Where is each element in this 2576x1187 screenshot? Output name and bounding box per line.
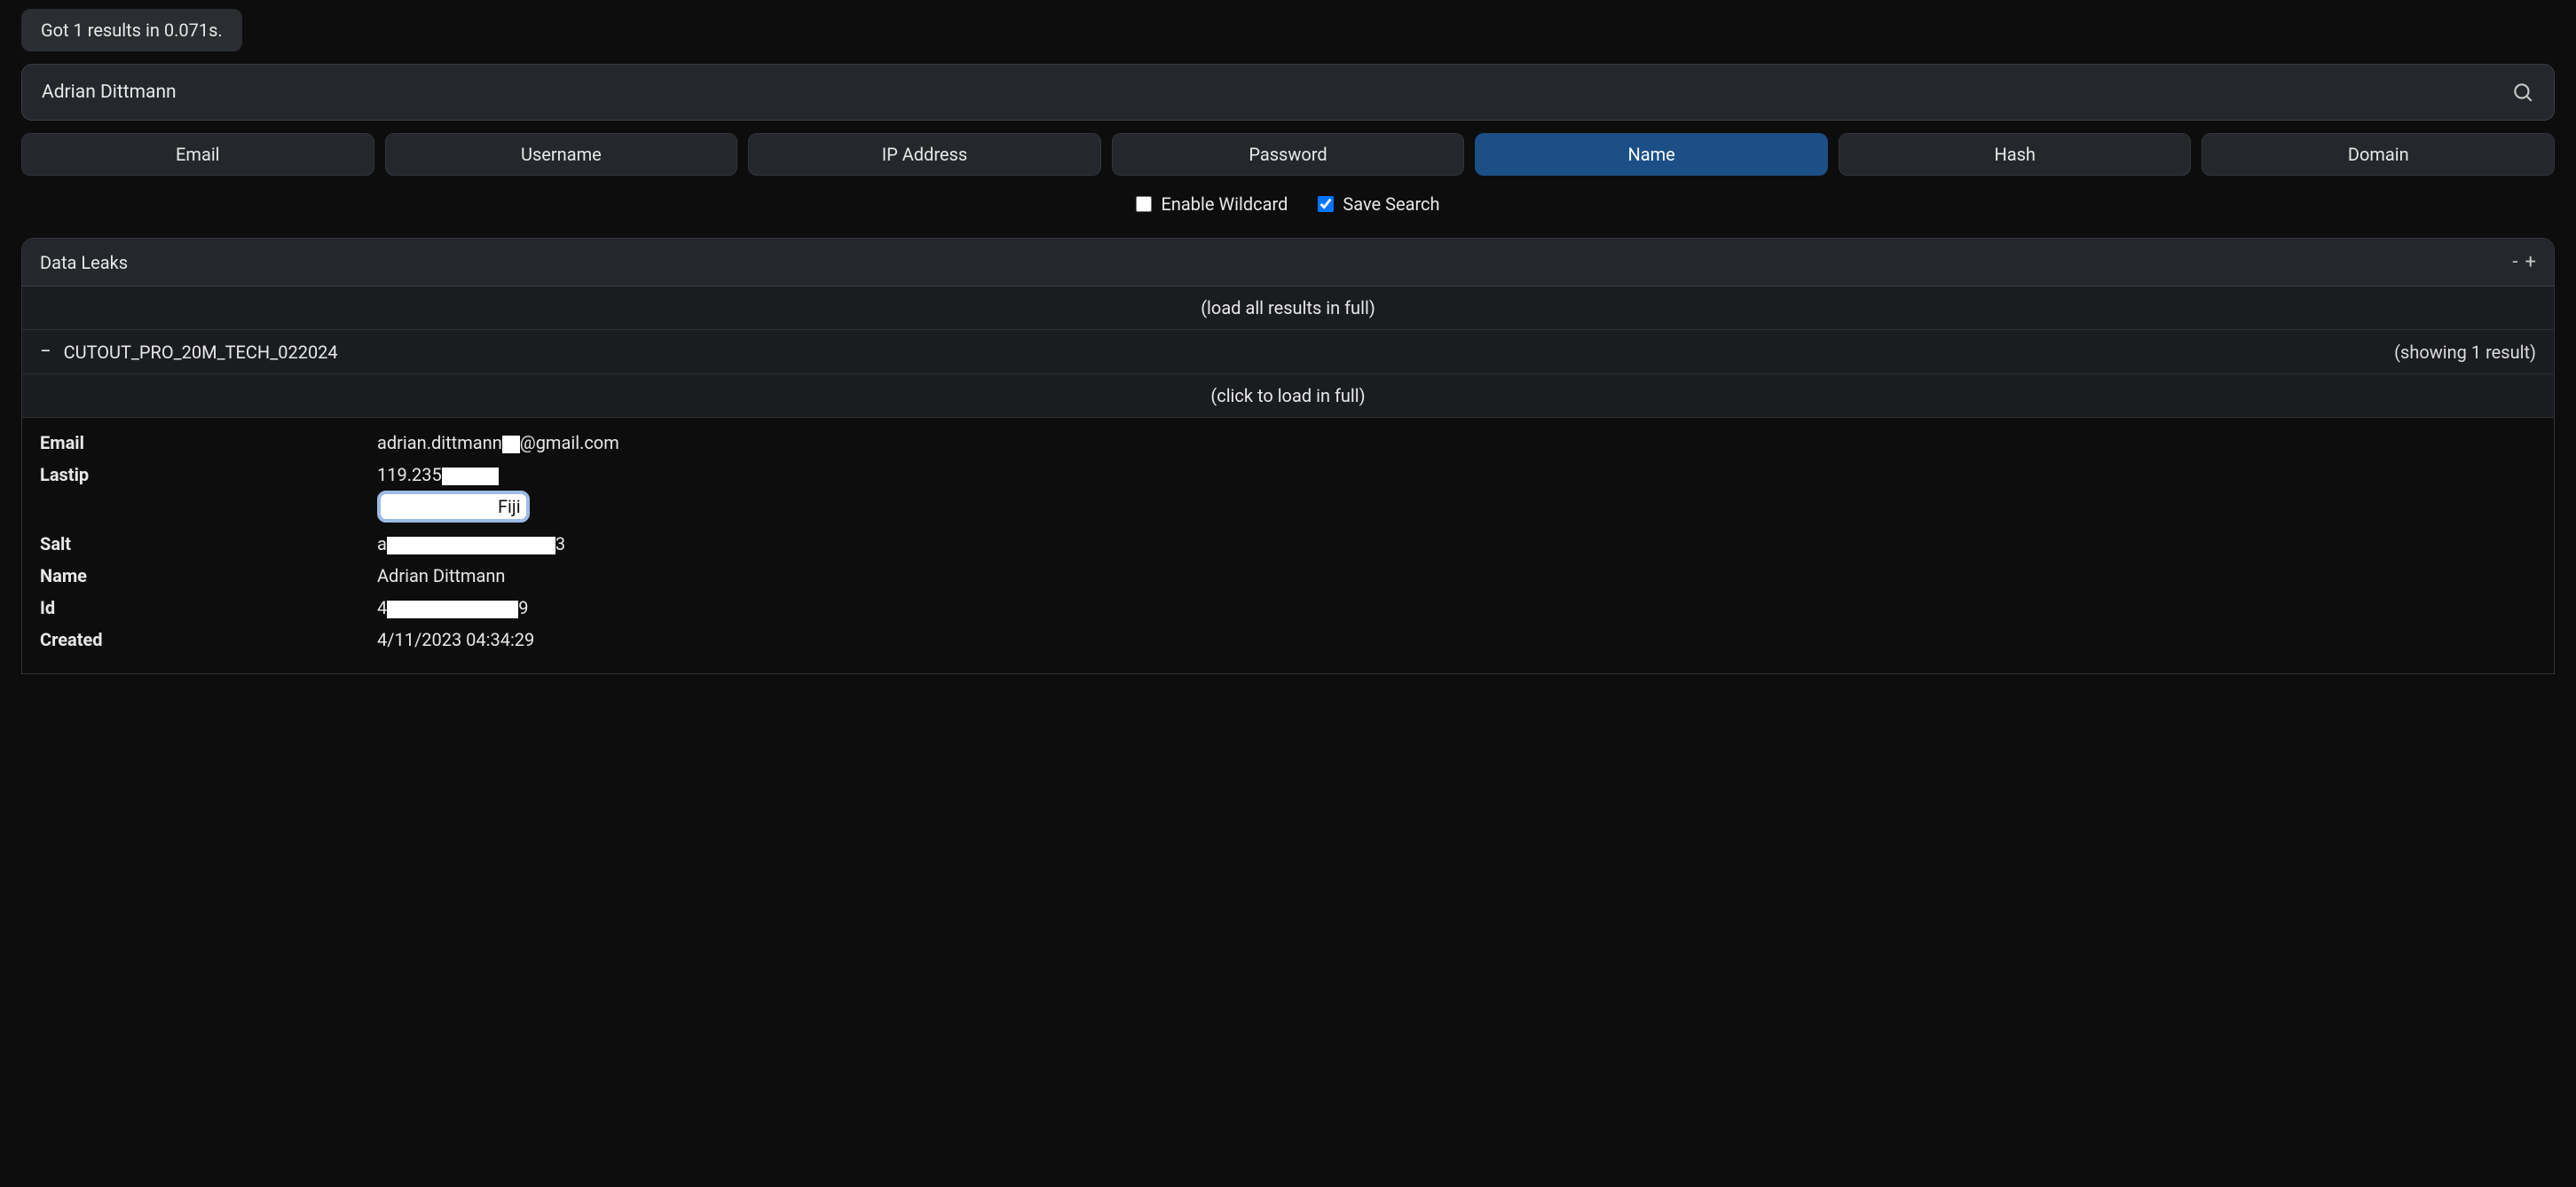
field-salt: Salt a3 bbox=[40, 528, 2536, 560]
search-bar bbox=[21, 64, 2555, 121]
collapse-icon[interactable]: - bbox=[2512, 251, 2517, 273]
load-all-row[interactable]: (load all results in full) bbox=[22, 287, 2554, 330]
dataset-toggle-icon[interactable]: − bbox=[40, 341, 51, 363]
tab-username[interactable]: Username bbox=[385, 133, 738, 176]
redacted-block bbox=[502, 436, 520, 453]
search-icon[interactable] bbox=[2511, 81, 2534, 104]
tab-ip[interactable]: IP Address bbox=[748, 133, 1101, 176]
field-name: Name Adrian Dittmann bbox=[40, 560, 2536, 592]
field-email-value: adrian.dittmann @gmail.com bbox=[377, 432, 2536, 453]
tab-email[interactable]: Email bbox=[21, 133, 374, 176]
geo-tag-suffix: Fiji bbox=[498, 496, 521, 517]
field-email-key: Email bbox=[40, 432, 377, 453]
search-input[interactable] bbox=[42, 82, 2511, 103]
expand-icon[interactable]: + bbox=[2525, 251, 2536, 273]
tab-password[interactable]: Password bbox=[1112, 133, 1465, 176]
options-row: Enable Wildcard Save Search bbox=[21, 193, 2555, 215]
enable-wildcard-label: Enable Wildcard bbox=[1161, 193, 1288, 215]
field-name-key: Name bbox=[40, 565, 377, 586]
field-email: Email adrian.dittmann @gmail.com bbox=[40, 427, 2536, 459]
id-prefix: 4 bbox=[377, 597, 387, 618]
redacted-block bbox=[387, 537, 555, 554]
dataset-row[interactable]: − CUTOUT_PRO_20M_TECH_022024 (showing 1 … bbox=[22, 330, 2554, 374]
field-salt-value: a3 bbox=[377, 533, 2536, 554]
results-panel: Data Leaks - + (load all results in full… bbox=[21, 238, 2555, 674]
dataset-name: CUTOUT_PRO_20M_TECH_022024 bbox=[64, 342, 338, 363]
option-enable-wildcard[interactable]: Enable Wildcard bbox=[1136, 193, 1288, 215]
panel-header: Data Leaks - + bbox=[22, 239, 2554, 287]
field-salt-key: Salt bbox=[40, 533, 377, 554]
tab-domain[interactable]: Domain bbox=[2202, 133, 2555, 176]
record-details: Email adrian.dittmann @gmail.com Lastip 1… bbox=[22, 418, 2554, 673]
redacted-block bbox=[387, 601, 518, 618]
field-created: Created 4/11/2023 04:34:29 bbox=[40, 624, 2536, 656]
tab-hash[interactable]: Hash bbox=[1839, 133, 2192, 176]
field-id: Id 49 bbox=[40, 592, 2536, 624]
save-search-checkbox[interactable] bbox=[1318, 196, 1334, 212]
field-lastip-key: Lastip bbox=[40, 464, 377, 485]
enable-wildcard-checkbox[interactable] bbox=[1136, 196, 1152, 212]
results-status: Got 1 results in 0.071s. bbox=[21, 9, 242, 51]
search-type-tabs: Email Username IP Address Password Name … bbox=[21, 133, 2555, 176]
click-to-load-row[interactable]: (click to load in full) bbox=[22, 374, 2554, 418]
field-created-key: Created bbox=[40, 629, 377, 650]
field-created-value: 4/11/2023 04:34:29 bbox=[377, 629, 2536, 650]
field-lastip: Lastip 119.235 Fiji bbox=[40, 459, 2536, 528]
panel-title: Data Leaks bbox=[40, 252, 128, 273]
lastip-prefix: 119.235 bbox=[377, 464, 442, 485]
redacted-block bbox=[382, 500, 498, 516]
panel-header-controls: - + bbox=[2512, 251, 2536, 273]
id-suffix: 9 bbox=[518, 597, 528, 618]
geo-tag-chip: Fiji bbox=[377, 491, 530, 523]
field-lastip-value: 119.235 Fiji bbox=[377, 464, 2536, 523]
save-search-label: Save Search bbox=[1343, 193, 1439, 215]
salt-prefix: a bbox=[377, 533, 387, 554]
salt-suffix: 3 bbox=[555, 533, 565, 554]
field-id-value: 49 bbox=[377, 597, 2536, 618]
redacted-block bbox=[442, 468, 499, 485]
field-id-key: Id bbox=[40, 597, 377, 618]
email-prefix: adrian.dittmann bbox=[377, 432, 502, 453]
email-suffix: @gmail.com bbox=[520, 432, 619, 453]
option-save-search[interactable]: Save Search bbox=[1318, 193, 1439, 215]
dataset-showing: (showing 1 result) bbox=[2394, 342, 2536, 363]
field-name-value: Adrian Dittmann bbox=[377, 565, 2536, 586]
tab-name[interactable]: Name bbox=[1475, 133, 1828, 176]
